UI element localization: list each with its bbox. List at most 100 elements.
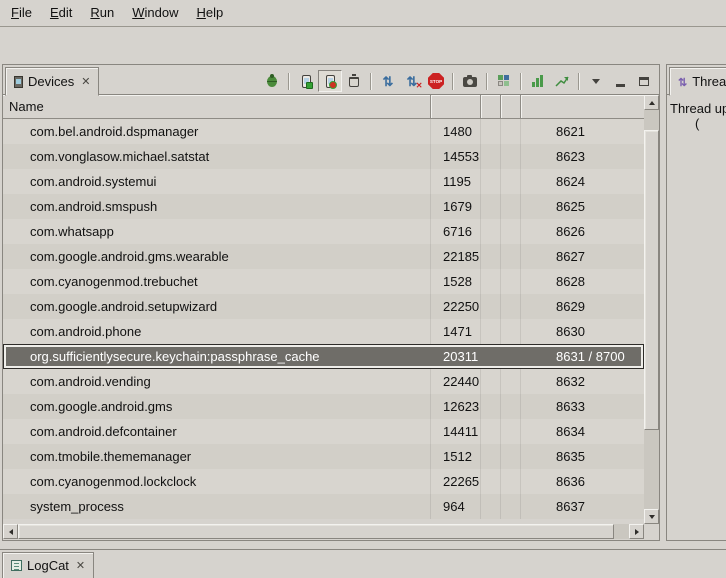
maximize-icon [639, 77, 649, 86]
tab-logcat[interactable]: LogCat ✕ [2, 552, 94, 578]
logcat-icon [11, 560, 22, 571]
tab-devices[interactable]: Devices ✕ [5, 67, 99, 96]
table-row[interactable]: com.google.android.setupwizard 22250 862… [3, 294, 644, 319]
debug-button[interactable] [260, 70, 284, 92]
table-row[interactable]: com.cyanogenmod.trebuchet 1528 8628 [3, 269, 644, 294]
arrow-down-icon [649, 515, 655, 519]
process-name: org.sufficientlysecure.keychain:passphra… [30, 344, 320, 369]
table-row[interactable]: com.android.systemui 1195 8624 [3, 169, 644, 194]
column-resizer[interactable] [500, 95, 502, 118]
process-port: 8628 [556, 269, 585, 294]
menu-run[interactable]: Run [81, 0, 123, 26]
tab-threads[interactable]: Threa [669, 67, 726, 96]
column-guide [430, 119, 431, 519]
update-heap-icon [302, 75, 311, 88]
update-threads-button[interactable] [376, 70, 400, 92]
table-row[interactable]: com.cyanogenmod.lockclock 22265 8636 [3, 469, 644, 494]
process-name: com.android.smspush [30, 194, 157, 219]
table-row[interactable]: com.google.android.gms 12623 8633 [3, 394, 644, 419]
scroll-up-button[interactable] [644, 95, 659, 110]
process-port: 8624 [556, 169, 585, 194]
update-threads-icon [383, 75, 394, 88]
process-port: 8625 [556, 194, 585, 219]
process-pid: 1480 [443, 119, 472, 144]
table-rows: com.bel.android.dspmanager 1480 8621 com… [3, 119, 644, 519]
process-pid: 14411 [443, 419, 478, 444]
column-resizer[interactable] [430, 95, 432, 118]
horizontal-scroll-thumb[interactable] [18, 524, 614, 539]
process-port: 8630 [556, 319, 585, 344]
process-name: com.google.android.setupwizard [30, 294, 217, 319]
scroll-down-button[interactable] [644, 509, 659, 524]
menu-bar: File Edit Run Window Help [0, 0, 726, 27]
view-menu-button[interactable] [584, 70, 608, 92]
process-name: com.android.phone [30, 319, 141, 344]
process-port: 8637 [556, 494, 585, 519]
process-name: com.android.defcontainer [30, 419, 177, 444]
scroll-right-button[interactable] [629, 524, 644, 539]
table-row[interactable]: com.android.smspush 1679 8625 [3, 194, 644, 219]
column-resizer[interactable] [520, 95, 522, 118]
toolbar-separator [578, 73, 580, 90]
process-name: com.google.android.gms [30, 394, 172, 419]
table-header[interactable]: Name [3, 95, 644, 119]
process-port: 8627 [556, 244, 585, 269]
menu-window[interactable]: Window [123, 0, 187, 26]
threads-tabbar: Threa [667, 65, 726, 95]
screen-capture-button[interactable] [458, 70, 482, 92]
table-row[interactable]: system_process 964 8637 [3, 494, 644, 519]
table-row[interactable]: com.whatsapp 6716 8626 [3, 219, 644, 244]
table-row[interactable]: com.android.defcontainer 14411 8634 [3, 419, 644, 444]
menu-help[interactable]: Help [187, 0, 232, 26]
table-row[interactable]: com.bel.android.dspmanager 1480 8621 [3, 119, 644, 144]
table-row[interactable]: org.sufficientlysecure.keychain:passphra… [3, 344, 644, 369]
threads-message: Thread up ( [667, 95, 726, 131]
process-pid: 1528 [443, 269, 472, 294]
column-resizer[interactable] [480, 95, 482, 118]
threads-icon [678, 74, 687, 89]
process-pid: 6716 [443, 219, 472, 244]
process-pid: 1679 [443, 194, 472, 219]
table-row[interactable]: com.vonglasow.michael.satstat 14553 8623 [3, 144, 644, 169]
process-pid: 1195 [443, 169, 471, 194]
toolbar-separator [288, 73, 290, 90]
vertical-scrollbar[interactable] [644, 95, 659, 524]
horizontal-scrollbar[interactable] [3, 524, 644, 539]
update-heap-button[interactable] [294, 70, 318, 92]
method-profiling-chart-button[interactable] [550, 70, 574, 92]
process-port: 8632 [556, 369, 585, 394]
table-row[interactable]: com.android.vending 22440 8632 [3, 369, 644, 394]
process-port: 8634 [556, 419, 585, 444]
maximize-button[interactable] [632, 70, 656, 92]
process-name: com.android.systemui [30, 169, 156, 194]
devices-tab-label: Devices [28, 74, 74, 89]
stop-threads-button[interactable] [400, 70, 424, 92]
process-name: system_process [30, 494, 124, 519]
threads-message-line2: ( [667, 116, 726, 131]
cause-gc-button[interactable] [342, 70, 366, 92]
table-row[interactable]: com.android.phone 1471 8630 [3, 319, 644, 344]
view-hierarchy-button[interactable] [492, 70, 516, 92]
view-menu-icon [592, 79, 600, 84]
scroll-left-button[interactable] [3, 524, 18, 539]
process-port: 8623 [556, 144, 585, 169]
close-icon[interactable]: ✕ [79, 75, 90, 88]
process-name: com.cyanogenmod.lockclock [30, 469, 196, 494]
menu-file[interactable]: File [2, 0, 41, 26]
process-pid: 14553 [443, 144, 479, 169]
scrollbar-corner [644, 524, 659, 539]
process-pid: 12623 [443, 394, 479, 419]
dump-hprof-button[interactable] [318, 70, 342, 92]
threads-message-line1: Thread up [667, 101, 726, 116]
arrow-up-icon [649, 101, 655, 105]
table-row[interactable]: com.tmobile.thememanager 1512 8635 [3, 444, 644, 469]
table-row[interactable]: com.google.android.gms.wearable 22185 86… [3, 244, 644, 269]
menu-edit[interactable]: Edit [41, 0, 81, 26]
stop-process-button[interactable]: STOP [424, 70, 448, 92]
minimize-button[interactable] [608, 70, 632, 92]
vertical-scroll-thumb[interactable] [644, 130, 659, 430]
view-hierarchy-icon [498, 75, 510, 87]
process-pid: 20311 [443, 344, 478, 369]
close-icon[interactable]: ✕ [74, 559, 85, 572]
method-profiling-button[interactable] [526, 70, 550, 92]
